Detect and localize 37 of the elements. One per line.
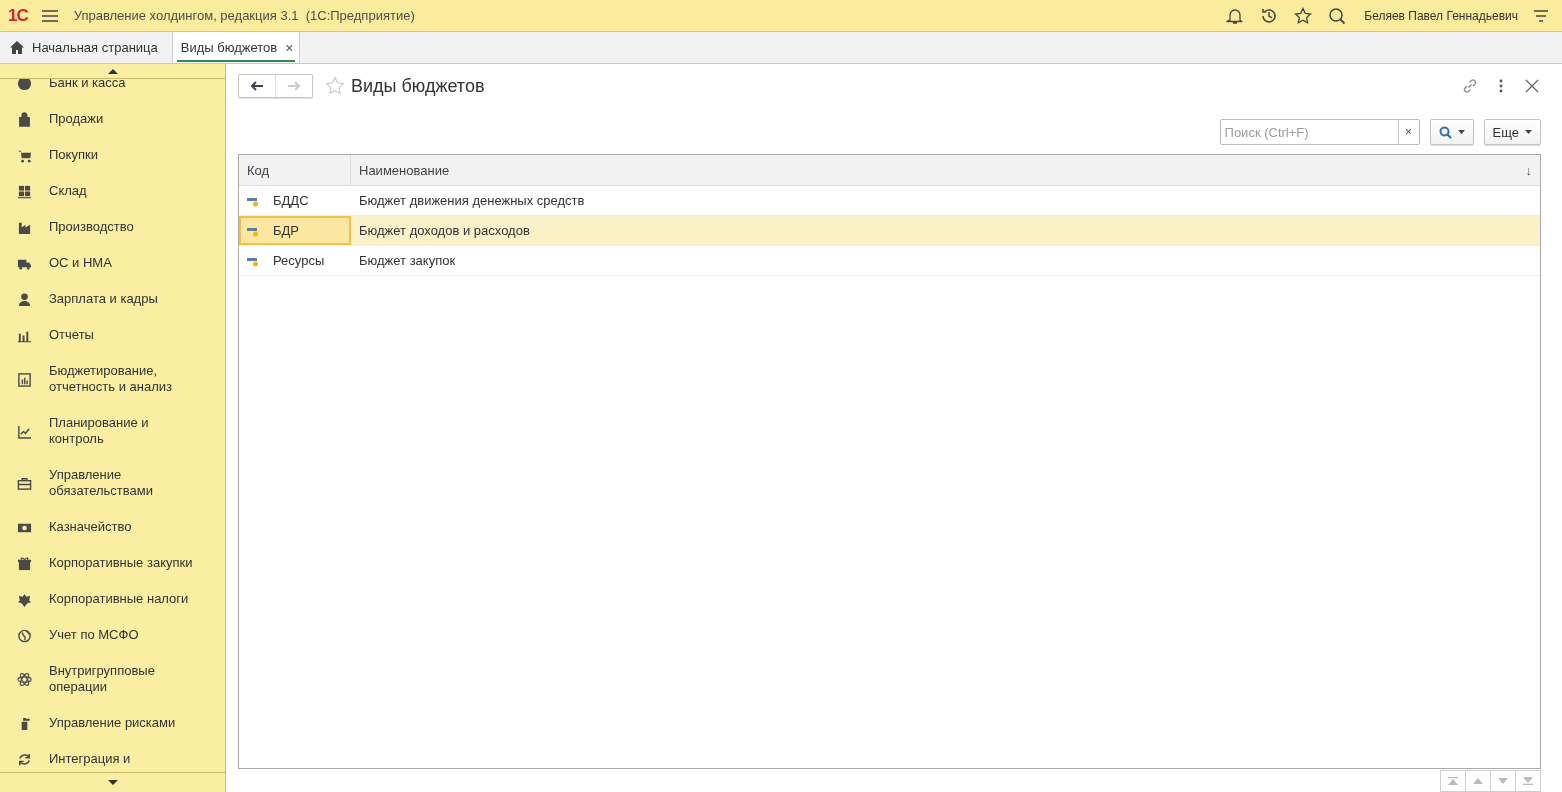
sidebar-item[interactable]: Казначейство: [49, 519, 201, 535]
form-title: Виды бюджетов: [351, 75, 486, 97]
window-title: Управление холдингом, редакция 3.1 (1С:Предприятие): [73, 8, 416, 23]
table-cell: Ресурсы: [273, 253, 325, 268]
sidebar-item[interactable]: Отчеты: [49, 327, 201, 343]
sidebar-item[interactable]: Бюджетирование, отчетность и анализ: [49, 363, 201, 395]
app-logo: 1С: [8, 5, 28, 26]
more-button[interactable]: Еще: [1483, 119, 1541, 145]
column-header[interactable]: Код: [239, 155, 351, 185]
close-tab-button[interactable]: ×: [285, 39, 294, 56]
tab[interactable]: Виды бюджетов ×: [172, 32, 301, 63]
table-cell: Бюджет движения денежных средств: [359, 193, 585, 208]
sidebar-item[interactable]: Покупки: [49, 147, 201, 163]
sidebar-item[interactable]: Зарплата и кадры: [49, 291, 201, 307]
table-cell: БДДС: [273, 193, 309, 208]
table-cell: БДР: [273, 223, 299, 238]
table-row[interactable]: БДР Бюджет доходов и расходов: [239, 216, 1540, 246]
table-row[interactable]: Ресурсы Бюджет закупок: [239, 246, 1540, 276]
sidebar-item[interactable]: Корпоративные закупки: [49, 555, 201, 571]
sidebar-item[interactable]: Управление рисками: [49, 715, 201, 731]
table-cell: Бюджет закупок: [359, 253, 456, 268]
sidebar-item[interactable]: ОС и НМА: [49, 255, 201, 271]
search-field[interactable]: Поиск (Ctrl+F) ×: [1219, 119, 1420, 145]
sidebar-item[interactable]: Продажи: [49, 111, 201, 127]
sidebar-item[interactable]: Корпоративные налоги: [49, 591, 201, 607]
sidebar-item[interactable]: Интеграция и: [49, 751, 201, 767]
table-cell: Бюджет доходов и расходов: [359, 223, 530, 238]
clear-search-button[interactable]: ×: [1397, 120, 1419, 144]
sidebar-item[interactable]: Производство: [49, 219, 201, 235]
column-header[interactable]: Наименование: [359, 162, 450, 178]
sidebar-item[interactable]: Управление обязательствами: [49, 467, 201, 499]
sidebar-item[interactable]: Внутригрупповые операции: [49, 663, 201, 695]
sort-indicator: ↓: [1525, 162, 1532, 178]
sidebar-item[interactable]: Учет по МСФО: [49, 627, 201, 643]
sidebar-item[interactable]: Склад: [49, 183, 201, 199]
user-name[interactable]: Беляев Павел Геннадьевич: [1364, 8, 1518, 23]
sidebar-item[interactable]: Планирование и контроль: [49, 415, 201, 447]
